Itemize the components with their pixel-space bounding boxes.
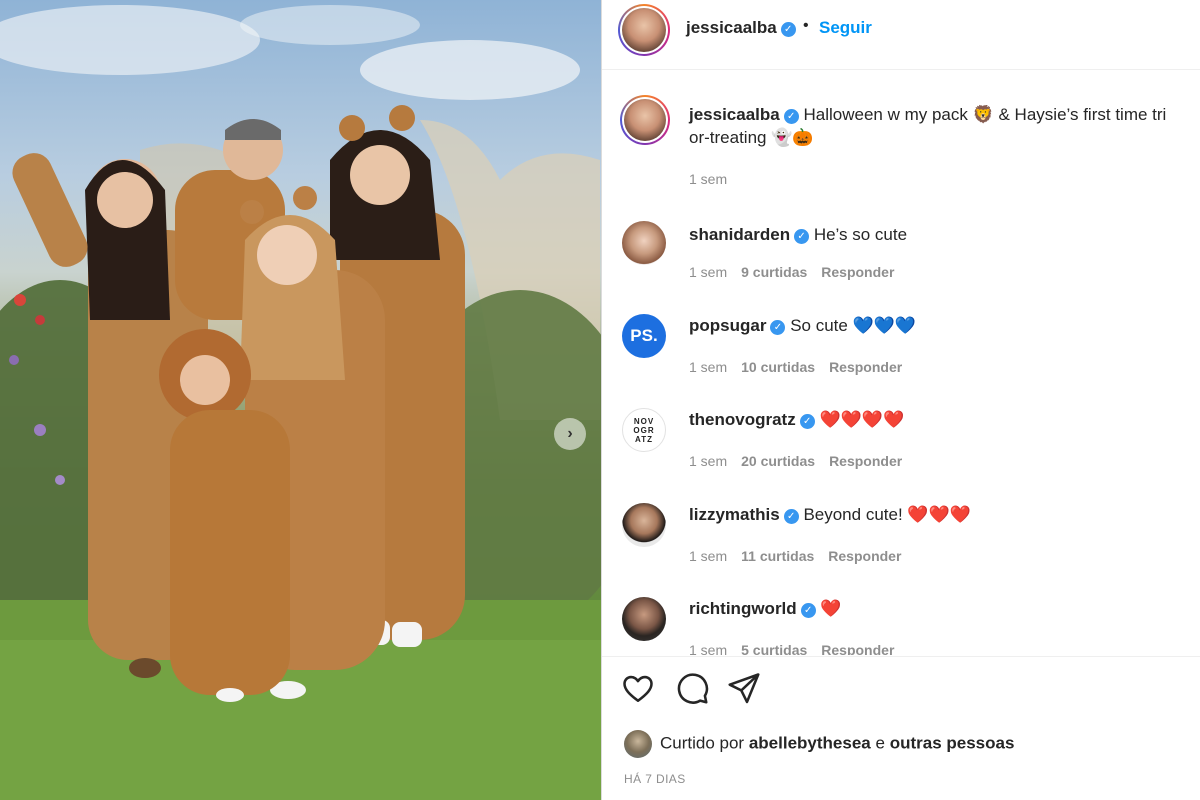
comment-username[interactable]: lizzymathis	[689, 505, 780, 524]
comment-avatar[interactable]	[622, 221, 666, 265]
red-heart-emoji: ❤️	[820, 599, 842, 618]
comment-time: 1 sem	[689, 642, 728, 655]
comment-meta: 1 sem 9 curtidas Responder	[689, 264, 894, 280]
reply-button[interactable]: Responder	[829, 453, 902, 469]
chevron-right-icon: ›	[567, 425, 573, 442]
comment-text: richtingworld ✓ ❤️	[689, 597, 1200, 620]
liked-by-others[interactable]: outras pessoas	[890, 733, 1015, 752]
comment-username[interactable]: richtingworld	[689, 599, 797, 618]
caption-time: 1 sem	[689, 171, 728, 187]
like-button[interactable]	[620, 670, 660, 710]
comment-body: He’s so cute	[813, 225, 908, 244]
comment-text: popsugar ✓ So cute 💙💙💙	[689, 314, 1200, 337]
separator-dot: •	[803, 17, 809, 34]
verified-check-icon: ✓	[770, 320, 786, 335]
comment-likes[interactable]: 9 curtidas	[741, 264, 807, 280]
red-hearts-emoji: ❤️❤️❤️❤️	[819, 410, 905, 429]
red-hearts-emoji: ❤️❤️❤️	[907, 505, 971, 524]
comment-text: shanidarden ✓ He’s so cute	[689, 223, 1200, 246]
comment-text: lizzymathis ✓ Beyond cute! ❤️❤️❤️	[689, 503, 1200, 526]
liked-by-joiner: e	[875, 733, 885, 753]
actions-divider	[602, 656, 1200, 657]
comment-button[interactable]	[674, 670, 714, 710]
caption-username[interactable]: jessicaalba	[689, 105, 780, 124]
comment-likes[interactable]: 20 curtidas	[741, 453, 815, 469]
liker-avatar[interactable]	[624, 730, 652, 758]
post-header: jessicaalba ✓ • Seguir	[602, 0, 1200, 70]
liked-by-prefix: Curtido por	[660, 733, 745, 753]
reply-button[interactable]: Responder	[821, 642, 894, 655]
post-timestamp[interactable]: HÁ 7 DIAS	[624, 772, 686, 786]
comment-time: 1 sem	[689, 264, 728, 280]
post-side-panel: jessicaalba ✓ • Seguir jessicaalba ✓ Hallo…	[602, 0, 1200, 800]
comment-avatar[interactable]	[622, 503, 666, 547]
liked-by-user[interactable]: abellebythesea	[749, 733, 871, 752]
comment-time: 1 sem	[689, 548, 728, 564]
verified-check-icon: ✓	[794, 229, 810, 244]
verified-check-icon: ✓	[780, 22, 796, 37]
blue-hearts-emoji: 💙💙💙	[852, 316, 917, 335]
share-button[interactable]	[726, 670, 766, 710]
comment-likes[interactable]: 5 curtidas	[741, 642, 807, 655]
comment-time: 1 sem	[689, 453, 728, 469]
verified-check-icon: ✓	[783, 509, 799, 524]
comment-meta: 1 sem 10 curtidas Responder	[689, 359, 902, 375]
comment-username[interactable]: thenovogratz	[689, 410, 796, 429]
post-photo[interactable]: ›	[0, 0, 601, 800]
author-avatar[interactable]	[618, 4, 670, 56]
heart-outline-icon	[623, 675, 653, 703]
reply-button[interactable]: Responder	[821, 264, 894, 280]
next-photo-button[interactable]: ›	[554, 418, 586, 450]
reply-button[interactable]: Responder	[829, 359, 902, 375]
post-actions	[602, 670, 1200, 710]
comment-body: So cute	[790, 316, 848, 335]
caption-avatar[interactable]	[620, 95, 670, 145]
comment-meta: 1 sem 11 curtidas Responder	[689, 548, 901, 564]
comment-username[interactable]: shanidarden	[689, 225, 790, 244]
comment-time: 1 sem	[689, 359, 728, 375]
comment-text: thenovogratz ✓ ❤️❤️❤️❤️	[689, 408, 1200, 431]
follow-button[interactable]: Seguir	[819, 18, 872, 38]
comment-username[interactable]: popsugar	[689, 316, 766, 335]
comment-likes[interactable]: 10 curtidas	[741, 359, 815, 375]
verified-check-icon: ✓	[783, 109, 799, 124]
comment-avatar[interactable]	[622, 597, 666, 641]
comment-avatar[interactable]: NOV OGR ATZ	[622, 408, 666, 452]
caption-line-2: or-treating 👻🎃	[689, 128, 814, 147]
paper-plane-icon	[728, 673, 760, 704]
verified-check-icon: ✓	[800, 603, 816, 618]
comment-meta: 1 sem 20 curtidas Responder	[689, 453, 902, 469]
caption-line-1: Halloween w my pack 🦁 & Haysie’s first t…	[803, 105, 1167, 124]
comment-avatar[interactable]: PS.	[622, 314, 666, 358]
reply-button[interactable]: Responder	[828, 548, 901, 564]
photo-illustration	[0, 5, 601, 800]
comment-body: Beyond cute!	[803, 505, 903, 524]
author-username[interactable]: jessicaalba ✓	[686, 18, 796, 38]
caption-text: jessicaalba ✓ Halloween w my pack 🦁 & Hay…	[689, 103, 1200, 149]
comment-meta: 1 sem 5 curtidas Responder	[689, 642, 894, 655]
speech-bubble-icon	[677, 673, 709, 704]
liked-by: Curtido por abellebythesea e outras pess…	[624, 730, 1014, 758]
comment-likes[interactable]: 11 curtidas	[741, 548, 814, 564]
comments-list[interactable]: jessicaalba ✓ Halloween w my pack 🦁 & Hay…	[602, 71, 1200, 655]
verified-check-icon: ✓	[799, 414, 815, 429]
